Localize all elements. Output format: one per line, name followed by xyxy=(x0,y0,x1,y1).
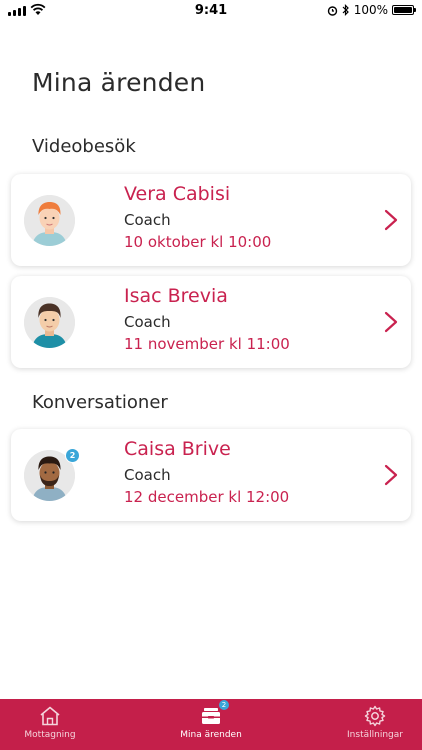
tab-label: Inställningar xyxy=(347,730,403,740)
alarm-icon xyxy=(327,5,337,16)
conversation-date: 12 december kl 12:00 xyxy=(124,488,290,506)
unread-count-badge: 2 xyxy=(65,448,80,463)
tab-installningar[interactable]: Inställningar xyxy=(325,699,422,750)
gear-icon xyxy=(364,705,386,727)
chevron-right-icon xyxy=(384,311,398,333)
tab-bar: Mottagning 2 Mina ärenden Inställningar xyxy=(0,699,422,750)
battery-icon xyxy=(392,5,416,15)
contact-role: Coach xyxy=(124,313,171,331)
chevron-right-icon xyxy=(384,209,398,231)
appointment-date: 11 november kl 11:00 xyxy=(124,335,290,353)
appointment-card[interactable]: Vera Cabisi Coach 10 oktober kl 10:00 xyxy=(11,174,411,266)
house-icon xyxy=(40,706,60,726)
contact-role: Coach xyxy=(124,211,171,229)
tab-badge: 2 xyxy=(219,700,229,710)
status-bar: 9:41 100% xyxy=(0,0,422,22)
conversation-card[interactable]: 2 Caisa Brive Coach 12 december kl 12:00 xyxy=(11,429,411,521)
contact-name: Isac Brevia xyxy=(124,285,228,307)
appointment-date: 10 oktober kl 10:00 xyxy=(124,233,272,251)
section-title-konversationer: Konversationer xyxy=(32,392,168,413)
avatar-redhead-man-icon xyxy=(24,195,75,246)
page-title: Mina ärenden xyxy=(32,68,206,97)
contact-name: Vera Cabisi xyxy=(124,183,231,205)
bluetooth-icon xyxy=(342,4,349,16)
contact-role: Coach xyxy=(124,466,171,484)
tab-mottagning[interactable]: Mottagning xyxy=(0,699,100,750)
avatar-dark-hair-man-icon xyxy=(24,297,75,348)
contact-name: Caisa Brive xyxy=(124,438,231,460)
section-title-videobesok: Videobesök xyxy=(32,136,136,157)
battery-percent: 100% xyxy=(353,3,388,17)
tab-label: Mottagning xyxy=(24,730,76,740)
tab-label: Mina ärenden xyxy=(180,730,242,740)
chevron-right-icon xyxy=(384,464,398,486)
appointment-card[interactable]: Isac Brevia Coach 11 november kl 11:00 xyxy=(11,276,411,368)
tab-mina-arenden[interactable]: 2 Mina ärenden xyxy=(161,699,261,750)
